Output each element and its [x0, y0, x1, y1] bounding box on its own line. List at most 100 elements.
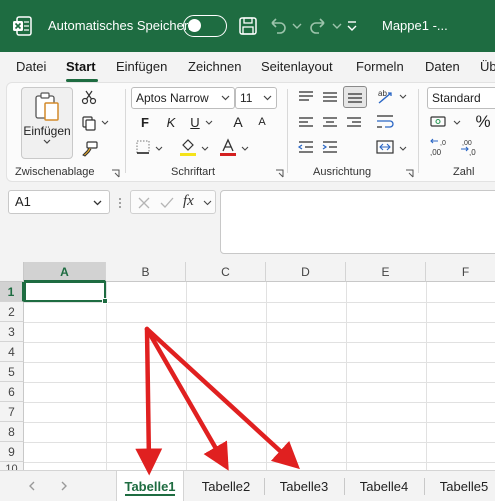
fill-color-icon[interactable]	[179, 137, 197, 157]
align-bottom-button[interactable]	[343, 86, 367, 108]
tab-einfuegen[interactable]: Einfügen	[116, 59, 167, 74]
tab-zeichnen[interactable]: Zeichnen	[188, 59, 241, 74]
paste-button[interactable]: Einfügen	[21, 87, 73, 159]
orientation-icon[interactable]: ab	[375, 87, 395, 107]
svg-text:,00: ,00	[430, 148, 442, 157]
border-icon[interactable]	[135, 139, 151, 155]
font-launcher-icon[interactable]	[275, 169, 284, 178]
fill-dropdown-icon[interactable]	[201, 145, 209, 153]
formula-input[interactable]	[220, 190, 495, 254]
cut-icon[interactable]	[81, 89, 97, 105]
tab-datei[interactable]: Datei	[16, 59, 46, 74]
wrap-text-icon[interactable]	[375, 113, 395, 131]
fill-handle[interactable]	[102, 298, 108, 304]
font-size-select[interactable]: 11	[235, 87, 277, 109]
underline-dropdown-icon[interactable]	[205, 119, 213, 127]
sheet-tab-tabelle4[interactable]: Tabelle4	[348, 471, 420, 501]
formula-buttons: fx	[130, 190, 216, 214]
grip-icon[interactable]	[118, 196, 122, 210]
merge-icon[interactable]	[375, 139, 395, 155]
align-left-icon[interactable]	[297, 115, 315, 131]
undo-dropdown-icon[interactable]	[290, 14, 304, 38]
merge-dropdown-icon[interactable]	[399, 145, 407, 153]
clipboard-launcher-icon[interactable]	[111, 169, 120, 178]
number-format-select[interactable]: Standard	[427, 87, 495, 109]
undo-icon[interactable]	[266, 14, 290, 38]
column-header-f[interactable]: F	[426, 262, 495, 282]
align-center-icon[interactable]	[321, 115, 339, 131]
shrink-font-button[interactable]: A	[253, 113, 271, 131]
cancel-icon[interactable]	[137, 196, 151, 210]
row-header-1[interactable]: 1	[0, 282, 24, 302]
name-box[interactable]: A1	[8, 190, 110, 214]
tab-seitenlayout[interactable]: Seitenlayout	[261, 59, 333, 74]
grid-line	[426, 282, 427, 470]
insert-function-button[interactable]: fx	[183, 193, 194, 210]
select-all-corner[interactable]	[0, 262, 24, 282]
column-header-a[interactable]: A	[24, 262, 106, 282]
row-header-2[interactable]: 2	[0, 302, 24, 322]
row-header-4[interactable]: 4	[0, 342, 24, 362]
copy-dropdown-icon[interactable]	[101, 119, 109, 127]
underline-button[interactable]: U	[187, 113, 203, 131]
grow-font-button[interactable]: A	[229, 113, 247, 131]
customize-icon[interactable]	[344, 14, 360, 38]
tab-daten[interactable]: Daten	[425, 59, 460, 74]
align-right-icon[interactable]	[345, 115, 363, 131]
decrease-decimal-icon[interactable]: ,00 ,0	[459, 137, 481, 157]
enter-icon[interactable]	[159, 196, 175, 210]
increase-decimal-icon[interactable]: ,00 ,0	[429, 137, 451, 157]
accounting-dropdown-icon[interactable]	[453, 119, 461, 127]
grid-line	[24, 302, 495, 303]
row-header-10[interactable]: 10	[0, 462, 24, 470]
grid-line	[24, 422, 495, 423]
font-name-select[interactable]: Aptos Narrow	[131, 87, 235, 109]
sheet-tab-tabelle5[interactable]: Tabelle5	[428, 471, 495, 501]
nav-right-icon[interactable]	[58, 480, 70, 492]
grid-line	[24, 342, 495, 343]
chevron-down-icon	[203, 200, 212, 206]
sheet-tab-tabelle2[interactable]: Tabelle2	[190, 471, 262, 501]
align-top-icon[interactable]	[297, 89, 315, 105]
indent-decrease-icon[interactable]	[297, 139, 315, 155]
tab-formeln[interactable]: Formeln	[356, 59, 404, 74]
border-dropdown-icon[interactable]	[155, 145, 163, 153]
spreadsheet-grid[interactable]: A B C D E F 1 2 3 4 5 6 7 8 9 10	[0, 262, 495, 470]
row-header-9[interactable]: 9	[0, 442, 24, 462]
redo-icon[interactable]	[306, 14, 330, 38]
column-header-b[interactable]: B	[106, 262, 186, 282]
orientation-dropdown-icon[interactable]	[399, 93, 407, 101]
align-middle-icon[interactable]	[321, 89, 339, 105]
column-header-e[interactable]: E	[346, 262, 426, 282]
row-header-8[interactable]: 8	[0, 422, 24, 442]
tab-ueberpruefen[interactable]: Üb	[480, 59, 495, 74]
row-header-5[interactable]: 5	[0, 362, 24, 382]
bold-button[interactable]: F	[137, 113, 153, 131]
grid-line	[346, 282, 347, 470]
row-header-6[interactable]: 6	[0, 382, 24, 402]
tab-separator	[344, 478, 345, 495]
autosave-toggle[interactable]	[183, 15, 227, 37]
save-icon[interactable]	[236, 14, 260, 38]
italic-button[interactable]: K	[163, 113, 179, 131]
document-title[interactable]: Mappe1 -...	[382, 18, 448, 33]
nav-left-icon[interactable]	[26, 480, 38, 492]
font-color-dropdown-icon[interactable]	[241, 145, 249, 153]
row-header-7[interactable]: 7	[0, 402, 24, 422]
alignment-launcher-icon[interactable]	[405, 169, 414, 178]
active-cell-a1[interactable]	[24, 281, 106, 302]
svg-text:,00: ,00	[462, 140, 472, 147]
column-header-d[interactable]: D	[266, 262, 346, 282]
copy-icon[interactable]	[81, 115, 97, 131]
redo-dropdown-icon[interactable]	[330, 14, 344, 38]
indent-increase-icon[interactable]	[321, 139, 339, 155]
format-painter-icon[interactable]	[81, 141, 99, 157]
sheet-tab-tabelle3[interactable]: Tabelle3	[268, 471, 340, 501]
font-color-icon[interactable]	[219, 137, 237, 157]
row-header-3[interactable]: 3	[0, 322, 24, 342]
accounting-icon[interactable]	[429, 113, 449, 131]
column-header-c[interactable]: C	[186, 262, 266, 282]
percent-button[interactable]: %	[473, 112, 493, 131]
sheet-tab-tabelle1[interactable]: Tabelle1	[116, 471, 184, 501]
tab-start[interactable]: Start	[66, 59, 96, 74]
